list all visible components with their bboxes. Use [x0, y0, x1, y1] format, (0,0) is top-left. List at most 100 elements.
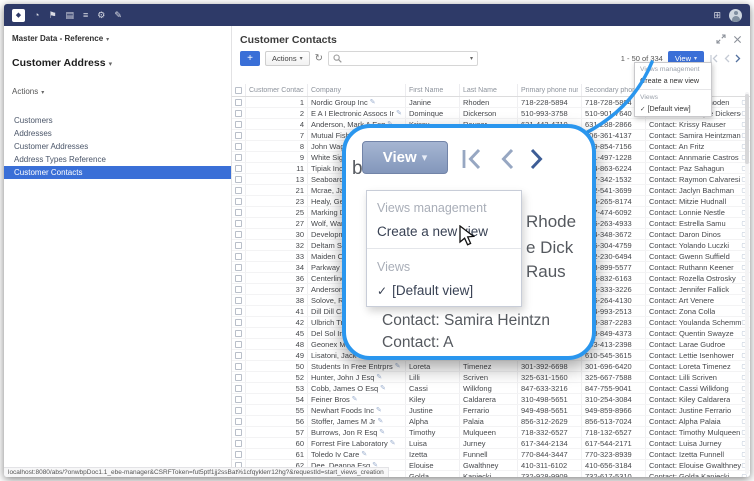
row-checkbox[interactable]: [235, 341, 242, 348]
tasks-icon[interactable]: ≡: [83, 4, 88, 26]
edit-icon[interactable]: ✎: [114, 4, 122, 26]
table-row[interactable]: 54Feiner Bros✎KileyCaldarera310-498-5651…: [232, 394, 750, 405]
user-avatar[interactable]: [729, 9, 742, 22]
cell-last-name: Gwalthney: [460, 460, 518, 470]
row-checkbox[interactable]: [235, 187, 242, 194]
row-checkbox[interactable]: [235, 319, 242, 326]
table-row[interactable]: 60Forrest Fire Laboratory✎LuisaJurney617…: [232, 438, 750, 449]
row-checkbox[interactable]: [235, 286, 242, 293]
sidebar-item-addresses[interactable]: Addresses: [4, 127, 231, 140]
tag-icon[interactable]: ⚑: [48, 4, 56, 26]
edit-record-icon[interactable]: ✎: [396, 109, 402, 117]
row-checkbox[interactable]: [235, 407, 242, 414]
history-icon[interactable]: ◔: [34, 4, 39, 26]
sidebar-item-customers[interactable]: Customers: [4, 114, 231, 127]
apps-grid-icon[interactable]: ⊞: [713, 4, 721, 26]
column-header-customer-contact-id[interactable]: Customer Contact ID: [246, 84, 308, 96]
edit-record-icon[interactable]: ✎: [395, 362, 401, 370]
row-checkbox[interactable]: [235, 220, 242, 227]
table-row[interactable]: 57Burrows, Jon R Esq✎TimothyMulqueen718-…: [232, 427, 750, 438]
table-row[interactable]: 56Stoffer, James M Jr✎AlphaPalaia856-312…: [232, 416, 750, 427]
view-dropdown-button-zoom[interactable]: View▾: [362, 141, 448, 174]
menu-item-create-view-zoom[interactable]: Create a new view: [367, 217, 521, 245]
column-header-primary-phone-number[interactable]: Primary phone number: [518, 84, 582, 96]
row-checkbox[interactable]: [235, 451, 242, 458]
row-checkbox[interactable]: [235, 330, 242, 337]
row-checkbox[interactable]: [235, 143, 242, 150]
expand-icon[interactable]: [716, 31, 726, 49]
search-input[interactable]: [345, 53, 464, 64]
row-checkbox[interactable]: [235, 418, 242, 425]
column-header-first-name[interactable]: First Name: [406, 84, 460, 96]
vertical-scrollbar[interactable]: [745, 92, 749, 474]
prev-page-icon[interactable]: [723, 50, 731, 68]
row-checkbox[interactable]: [235, 165, 242, 172]
row-checkbox[interactable]: [235, 374, 242, 381]
row-checkbox[interactable]: [235, 396, 242, 403]
sidebar-item-customer-addresses[interactable]: Customer Addresses: [4, 140, 231, 153]
edit-record-icon[interactable]: ✎: [390, 439, 396, 447]
cell-id: 27: [246, 218, 308, 228]
row-checkbox[interactable]: [235, 121, 242, 128]
app-logo-icon[interactable]: ◆: [12, 9, 25, 22]
table-row[interactable]: 52Hunter, John J Esq✎LilliScriven325-631…: [232, 372, 750, 383]
menu-item-default-view-zoom[interactable]: ✓ [Default view]: [367, 276, 521, 304]
domain-selector[interactable]: Master Data - Reference▾: [4, 32, 231, 45]
first-page-icon-zoom[interactable]: [460, 148, 486, 175]
prev-page-icon-zoom[interactable]: [498, 148, 516, 175]
row-checkbox[interactable]: [235, 110, 242, 117]
menu-item-create-view[interactable]: Create a new view: [635, 74, 711, 87]
menu-item-default-view[interactable]: ✓ [Default view]: [635, 102, 711, 115]
row-checkbox[interactable]: [235, 132, 242, 139]
row-checkbox[interactable]: [235, 275, 242, 282]
row-checkbox[interactable]: [235, 385, 242, 392]
row-checkbox[interactable]: [235, 352, 242, 359]
view-button-label-zoom: View: [383, 149, 417, 166]
row-checkbox[interactable]: [235, 297, 242, 304]
settings-icon[interactable]: ⚙: [97, 4, 105, 26]
row-checkbox[interactable]: [235, 176, 242, 183]
search-options-caret-icon[interactable]: ▾: [470, 55, 473, 62]
column-header-company[interactable]: Company: [308, 84, 406, 96]
edit-record-icon[interactable]: ✎: [370, 98, 376, 106]
row-checkbox[interactable]: [235, 209, 242, 216]
table-row[interactable]: 61Toledo Iv Care✎IzettaFunnell770-844-34…: [232, 449, 750, 460]
next-page-icon-zoom[interactable]: [528, 148, 546, 175]
row-checkbox[interactable]: [235, 253, 242, 260]
row-checkbox[interactable]: [235, 440, 242, 447]
table-row[interactable]: 55Newhart Foods Inc✎JustineFerrario949-4…: [232, 405, 750, 416]
row-checkbox[interactable]: [235, 99, 242, 106]
edit-record-icon[interactable]: ✎: [376, 373, 382, 381]
row-checkbox[interactable]: [235, 198, 242, 205]
row-checkbox[interactable]: [235, 308, 242, 315]
sidebar-item-customer-contacts[interactable]: Customer Contacts: [4, 166, 231, 179]
cell-first-name: Lilli: [406, 372, 460, 382]
edit-record-icon[interactable]: ✎: [376, 406, 382, 414]
table-row[interactable]: 53Cobb, James O Esq✎CassiWilkfong847-633…: [232, 383, 750, 394]
select-all-checkbox[interactable]: [235, 87, 242, 94]
edit-record-icon[interactable]: ✎: [379, 428, 385, 436]
search-icon[interactable]: [333, 50, 342, 68]
row-checkbox[interactable]: [235, 429, 242, 436]
row-checkbox[interactable]: [235, 242, 242, 249]
column-header-last-name[interactable]: Last Name: [460, 84, 518, 96]
layers-icon[interactable]: ▤: [66, 4, 75, 26]
scrollbar-thumb[interactable]: [745, 94, 749, 164]
refresh-icon[interactable]: ↻: [315, 51, 323, 66]
edit-record-icon[interactable]: ✎: [380, 384, 386, 392]
sidebar-item-address-types-reference[interactable]: Address Types Reference: [4, 153, 231, 166]
edit-record-icon[interactable]: ✎: [361, 450, 367, 458]
edit-record-icon[interactable]: ✎: [352, 395, 358, 403]
row-checkbox[interactable]: [235, 231, 242, 238]
row-checkbox[interactable]: [235, 264, 242, 271]
sidebar-actions-button[interactable]: Actions▾: [4, 85, 231, 98]
next-page-icon[interactable]: [734, 50, 742, 68]
row-checkbox[interactable]: [235, 363, 242, 370]
new-record-button[interactable]: +: [240, 51, 260, 66]
row-checkbox[interactable]: [235, 154, 242, 161]
table-row[interactable]: 50Students In Free Entrprs✎LoretaTimenez…: [232, 361, 750, 372]
actions-dropdown-button[interactable]: Actions▾: [265, 51, 310, 66]
edit-record-icon[interactable]: ✎: [377, 417, 383, 425]
close-icon[interactable]: [733, 31, 742, 49]
module-title[interactable]: Customer Address▾: [4, 55, 231, 71]
